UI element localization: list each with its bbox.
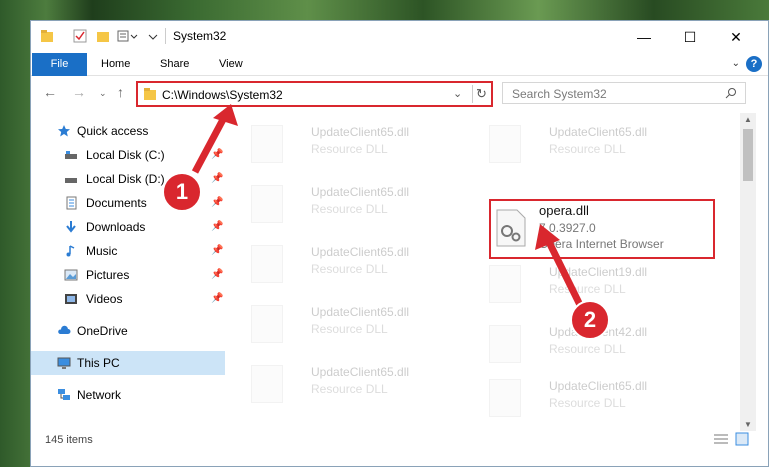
file-name: opera.dll — [539, 203, 589, 218]
sidebar-item-onedrive[interactable]: OneDrive — [31, 319, 225, 343]
dll-file-icon — [251, 125, 283, 163]
pin-icon: 📌 — [211, 149, 224, 160]
list-item[interactable]: UpdateClient65.dll Resource DLL — [479, 375, 699, 425]
network-icon — [58, 389, 70, 400]
pin-icon: 📌 — [211, 197, 224, 208]
sidebar-item-downloads[interactable]: Downloads 📌 — [31, 215, 225, 239]
address-dropdown-icon[interactable]: ⌄ — [453, 87, 462, 100]
sidebar-item-local-disk-c[interactable]: Local Disk (C:) 📌 — [31, 143, 225, 167]
dll-file-icon — [251, 305, 283, 343]
new-folder-icon[interactable] — [96, 29, 110, 43]
file-description: Opera Internet Browser — [539, 237, 664, 251]
item-count: 145 items — [45, 434, 93, 446]
maximize-button[interactable]: ☐ — [667, 23, 713, 51]
window-title: System32 — [173, 29, 227, 43]
address-bar-row: ← → ⌄ ↑ C:\Windows\System32 ⌄ ↻ Search S… — [31, 77, 768, 109]
expand-ribbon-icon[interactable]: ⌄ — [732, 58, 740, 69]
search-placeholder: Search System32 — [512, 87, 607, 101]
file-version: 7.0.3927.0 — [539, 221, 596, 235]
music-icon — [66, 245, 75, 257]
pictures-icon — [64, 269, 78, 281]
tab-share[interactable]: Share — [160, 53, 189, 76]
list-item[interactable]: UpdateClient65.dll Resource DLL — [241, 121, 461, 171]
star-icon — [58, 125, 70, 137]
divider — [165, 28, 166, 44]
customize-toolbar-icon[interactable] — [117, 29, 139, 43]
dll-file-icon — [489, 125, 521, 163]
properties-icon[interactable] — [73, 29, 87, 43]
sidebar-item-quick-access[interactable]: Quick access — [31, 119, 225, 143]
drive-icon — [65, 151, 77, 159]
annotation-badge-1: 1 — [162, 172, 202, 212]
pin-icon: 📌 — [211, 245, 224, 256]
pin-icon: 📌 — [211, 221, 224, 232]
download-icon — [66, 221, 76, 233]
documents-icon — [66, 196, 77, 210]
tab-view[interactable]: View — [219, 53, 243, 76]
dll-file-icon — [489, 265, 521, 303]
scroll-up-icon[interactable]: ▲ — [744, 115, 752, 124]
dll-file-icon — [251, 185, 283, 223]
annotation-badge-2: 2 — [570, 300, 610, 340]
pin-icon: 📌 — [211, 173, 224, 184]
list-item[interactable]: UpdateClient65.dll Resource DLL — [241, 301, 461, 351]
list-item[interactable]: UpdateClient65.dll Resource DLL — [241, 361, 461, 411]
dll-file-icon — [251, 365, 283, 403]
sidebar-item-music[interactable]: Music 📌 — [31, 239, 225, 263]
details-view-icon[interactable] — [713, 433, 729, 445]
large-icons-view-icon[interactable] — [735, 432, 749, 446]
sidebar-item-network[interactable]: Network — [31, 383, 225, 407]
search-input[interactable]: Search System32 — [502, 82, 746, 104]
pin-icon: 📌 — [211, 293, 224, 304]
list-item[interactable]: UpdateClient65.dll Resource DLL — [241, 241, 461, 291]
status-bar: 145 items — [31, 426, 768, 448]
help-button[interactable]: ? — [746, 56, 762, 72]
refresh-icon[interactable]: ↻ — [476, 86, 487, 102]
search-icon — [725, 88, 736, 99]
up-arrow-icon[interactable]: ↑ — [117, 84, 124, 100]
divider — [472, 85, 473, 103]
ribbon-tabs: File Home Share View ? ⌄ — [31, 52, 768, 76]
close-button[interactable]: ✕ — [713, 23, 759, 51]
address-path: C:\Windows\System32 — [162, 88, 283, 102]
computer-icon — [57, 357, 71, 369]
dll-file-gear-icon — [496, 209, 526, 247]
dll-file-icon — [489, 379, 521, 417]
address-field[interactable]: C:\Windows\System32 ⌄ ↻ — [136, 81, 493, 107]
minimize-button[interactable]: — — [621, 23, 667, 51]
list-item[interactable]: UpdateClient65.dll Resource DLL — [241, 181, 461, 231]
dll-file-icon — [489, 325, 521, 363]
list-item[interactable]: UpdateClient65.dll Resource DLL — [479, 121, 699, 171]
sidebar-item-this-pc[interactable]: This PC — [31, 351, 225, 375]
drive-icon — [65, 178, 77, 183]
scrollbar-thumb[interactable] — [743, 129, 753, 181]
videos-icon — [65, 294, 77, 304]
tab-home[interactable]: Home — [101, 53, 130, 76]
titlebar: System32 — ☐ ✕ — [31, 21, 768, 52]
sidebar-item-pictures[interactable]: Pictures 📌 — [31, 263, 225, 287]
cloud-icon — [58, 325, 71, 334]
recent-locations-icon[interactable]: ⌄ — [99, 88, 107, 99]
folder-icon — [144, 88, 156, 100]
chevron-down-icon[interactable] — [148, 29, 158, 43]
forward-arrow-icon[interactable]: → — [72, 84, 86, 100]
folder-icon[interactable] — [40, 29, 54, 43]
tab-file[interactable]: File — [32, 53, 87, 76]
sidebar-item-videos[interactable]: Videos 📌 — [31, 287, 225, 311]
dll-file-icon — [251, 245, 283, 283]
explorer-window: System32 — ☐ ✕ File Home Share View ? ⌄ … — [30, 20, 769, 467]
pin-icon: 📌 — [211, 269, 224, 280]
highlighted-file-opera-dll[interactable]: opera.dll 7.0.3927.0 Opera Internet Brow… — [489, 199, 715, 259]
file-list: UpdateClient65.dll Resource DLL UpdateCl… — [229, 113, 743, 431]
back-arrow-icon[interactable]: ← — [43, 84, 57, 100]
navigation-pane: Quick access Local Disk (C:) 📌 Local Dis… — [31, 113, 225, 431]
vertical-scrollbar[interactable]: ▲ ▼ — [740, 113, 756, 431]
